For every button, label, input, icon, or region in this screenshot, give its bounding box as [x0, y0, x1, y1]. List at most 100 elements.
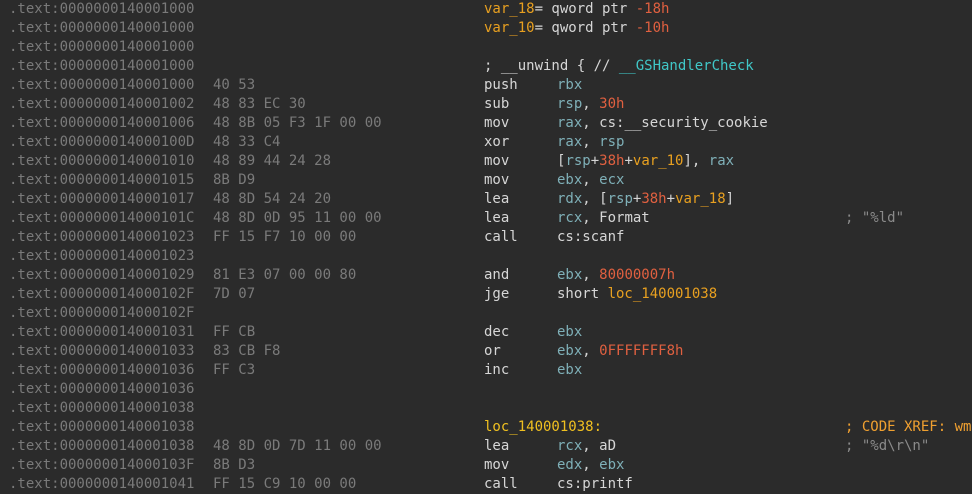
operands: rax, cs:__security_cookie: [557, 114, 768, 133]
opcode-bytes: 81 E3 07 00 00 80: [213, 267, 357, 283]
opcode-bytes: 48 8D 54 24 20: [213, 191, 332, 207]
operand-text: ,: [582, 343, 600, 359]
symbol[interactable]: var_18: [484, 1, 535, 17]
listing-line[interactable]: .text:0000000140001000 40 53 push rbx: [0, 76, 972, 95]
register: rsp: [607, 191, 633, 207]
symbol[interactable]: var_18: [675, 191, 726, 207]
operands: short loc_140001038: [557, 285, 717, 304]
declaration: var_10= qword ptr -10h: [484, 19, 669, 38]
address[interactable]: .text:0000000140001017: [9, 190, 194, 209]
listing-line[interactable]: .text:000000014000103F 8B D3 mov edx, ebx: [0, 456, 972, 475]
symbol[interactable]: var_10: [484, 20, 535, 36]
register: ecx: [599, 172, 625, 188]
register: rax: [557, 134, 583, 150]
mnemonic: call: [484, 476, 518, 492]
address[interactable]: .text:0000000140001038: [9, 399, 194, 418]
operand-text[interactable]: __GSHandlerCheck: [619, 58, 754, 74]
listing-line[interactable]: .text:0000000140001041 FF 15 C9 10 00 00 c…: [0, 475, 972, 494]
mnemonic: call: [484, 229, 518, 245]
immediate-value: 0FFFFFFF8h: [599, 343, 684, 359]
address[interactable]: .text:0000000140001038: [9, 418, 194, 437]
address[interactable]: .text:000000014000101C: [9, 209, 194, 228]
listing-line[interactable]: .text:000000014000101C 48 8D 0D 95 11 00 …: [0, 209, 972, 228]
address[interactable]: .text:0000000140001036: [9, 380, 194, 399]
listing-line[interactable]: .text:0000000140001033 83 CB F8 or ebx, 0FF…: [0, 342, 972, 361]
listing-line[interactable]: .text:0000000140001036: [0, 380, 972, 399]
mnemonic: mov: [484, 153, 510, 169]
register: rax: [557, 115, 583, 131]
address[interactable]: .text:000000014000100D: [9, 133, 194, 152]
register: rbx: [557, 77, 583, 93]
address[interactable]: .text:0000000140001015: [9, 171, 194, 190]
listing-line[interactable]: .text:0000000140001000 var_10= qword ptr …: [0, 19, 972, 38]
declaration: var_18= qword ptr -18h: [484, 0, 669, 19]
listing-line[interactable]: .text:0000000140001029 81 E3 07 00 00 80 a…: [0, 266, 972, 285]
immediate-value: -10h: [635, 20, 670, 36]
listing-line[interactable]: .text:0000000140001000 ; __unwind { // __…: [0, 57, 972, 76]
address[interactable]: .text:000000014000102F: [9, 304, 194, 323]
immediate-value: -18h: [635, 1, 670, 17]
address[interactable]: .text:0000000140001041: [9, 475, 194, 494]
listing-line[interactable]: .text:0000000140001036 FF C3 inc ebx: [0, 361, 972, 380]
listing-line[interactable]: .text:0000000140001000 var_18= qword ptr …: [0, 0, 972, 19]
address[interactable]: .text:0000000140001036: [9, 361, 194, 380]
address[interactable]: .text:0000000140001010: [9, 152, 194, 171]
operand-text: cs:printf: [557, 476, 633, 492]
listing-line[interactable]: .text:0000000140001017 48 8D 54 24 20 lea r…: [0, 190, 972, 209]
listing-line[interactable]: .text:0000000140001006 48 8B 05 F3 1F 00 …: [0, 114, 972, 133]
listing-line[interactable]: .text:0000000140001002 48 83 EC 30 sub rsp,…: [0, 95, 972, 114]
comment: ; "%ld": [845, 210, 905, 226]
address[interactable]: .text:0000000140001000: [9, 57, 194, 76]
address[interactable]: .text:0000000140001038: [9, 437, 194, 456]
comment: ; "%d\r\n": [845, 438, 930, 454]
operands: rcx, Format: [557, 209, 650, 228]
address[interactable]: .text:0000000140001000: [9, 0, 194, 19]
listing-line[interactable]: .text:0000000140001015 8B D9 mov ebx, ecx: [0, 171, 972, 190]
operands: rax, rsp: [557, 133, 624, 152]
listing-line[interactable]: .text:0000000140001023 FF 15 F7 10 00 00 c…: [0, 228, 972, 247]
symbol[interactable]: loc_140001038: [608, 286, 718, 302]
address[interactable]: .text:0000000140001031: [9, 323, 194, 342]
code-label[interactable]: loc_140001038:: [484, 418, 602, 437]
register: rsp: [599, 134, 625, 150]
listing-line[interactable]: .text:0000000140001023: [0, 247, 972, 266]
operand-text: = qword ptr: [534, 1, 636, 17]
listing-line[interactable]: .text:0000000140001031 FF CB dec ebx: [0, 323, 972, 342]
listing-line[interactable]: .text:0000000140001038: [0, 399, 972, 418]
listing-line[interactable]: .text:000000014000102F: [0, 304, 972, 323]
mnemonic: jge: [484, 286, 510, 302]
address[interactable]: .text:0000000140001029: [9, 266, 194, 285]
listing-line[interactable]: .text:000000014000100D 48 33 C4 xor rax, rs…: [0, 133, 972, 152]
opcode-bytes: 48 8D 0D 95 11 00 00: [213, 210, 382, 226]
address[interactable]: .text:000000014000102F: [9, 285, 194, 304]
operand-text: +: [590, 153, 600, 169]
address[interactable]: .text:0000000140001000: [9, 38, 194, 57]
address[interactable]: .text:0000000140001023: [9, 228, 194, 247]
listing-line[interactable]: .text:0000000140001000: [0, 38, 972, 57]
address[interactable]: .text:0000000140001023: [9, 247, 194, 266]
register: rax: [708, 153, 735, 169]
opcode-bytes: 8B D3: [213, 457, 256, 473]
immediate-value: 38h: [599, 153, 625, 169]
declaration: ; __unwind { // __GSHandlerCheck: [484, 57, 754, 76]
listing-line[interactable]: .text:000000014000102F 7D 07 jge short loc_…: [0, 285, 972, 304]
address[interactable]: .text:0000000140001006: [9, 114, 194, 133]
address[interactable]: .text:0000000140001033: [9, 342, 194, 361]
operand-text: ,: [582, 457, 600, 473]
opcode-bytes: 48 8B 05 F3 1F 00 00: [213, 115, 382, 131]
mnemonic: mov: [484, 172, 510, 188]
operand-text: = qword ptr: [534, 20, 636, 36]
symbol[interactable]: var_10: [633, 153, 684, 169]
address[interactable]: .text:0000000140001000: [9, 76, 194, 95]
listing-line[interactable]: .text:0000000140001038 48 8D 0D 7D 11 00 …: [0, 437, 972, 456]
operand-text: short: [557, 286, 608, 302]
listing-line[interactable]: .text:0000000140001010 48 89 44 24 28 mov […: [0, 152, 972, 171]
address[interactable]: .text:0000000140001000: [9, 19, 194, 38]
operands: ebx, 80000007h: [557, 266, 675, 285]
operand-text: ]: [725, 191, 735, 207]
address[interactable]: .text:0000000140001002: [9, 95, 194, 114]
address[interactable]: .text:000000014000103F: [9, 456, 194, 475]
register: rcx: [557, 210, 583, 226]
register: rcx: [557, 438, 583, 454]
listing-line[interactable]: .text:0000000140001038 loc_140001038: ; CO…: [0, 418, 972, 437]
